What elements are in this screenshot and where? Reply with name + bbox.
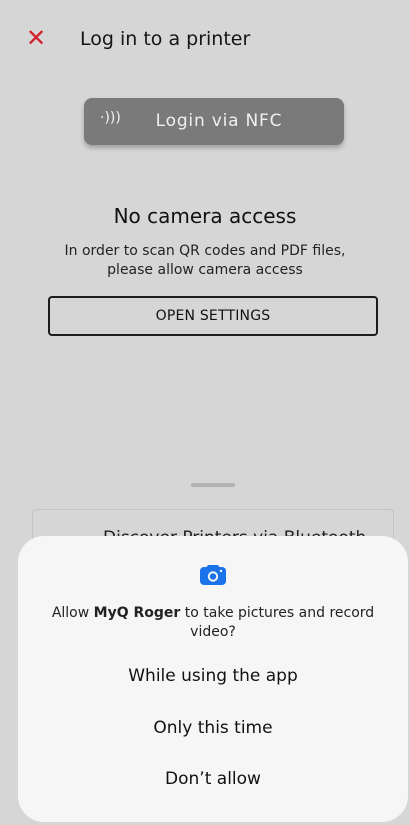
while-using-app-button[interactable]: While using the app	[18, 666, 408, 686]
login-nfc-label: Login via NFC	[155, 111, 283, 131]
close-icon[interactable]: ✕	[26, 26, 46, 50]
drag-handle[interactable]	[191, 483, 235, 487]
no-camera-description: In order to scan QR codes and PDF files,…	[64, 243, 346, 278]
camera-icon	[200, 565, 226, 585]
only-this-time-button[interactable]: Only this time	[18, 718, 408, 738]
no-camera-title: No camera access	[113, 204, 297, 228]
permission-app-name: MyQ Roger	[93, 605, 181, 621]
open-settings-button[interactable]: OPEN SETTINGS	[48, 296, 378, 336]
permission-dialog: Allow MyQ Roger to take pictures and rec…	[18, 536, 408, 822]
permission-message: Allow MyQ Roger to take pictures and rec…	[48, 604, 378, 642]
app-header: ✕ Log in to a printer	[0, 0, 410, 78]
dont-allow-button[interactable]: Don’t allow	[18, 769, 408, 789]
page-title: Log in to a printer	[80, 28, 251, 50]
permission-message-suffix: to take pictures and record video?	[180, 605, 375, 640]
permission-message-prefix: Allow	[51, 605, 94, 621]
login-nfc-button[interactable]: ·))) Login via NFC	[84, 98, 344, 145]
